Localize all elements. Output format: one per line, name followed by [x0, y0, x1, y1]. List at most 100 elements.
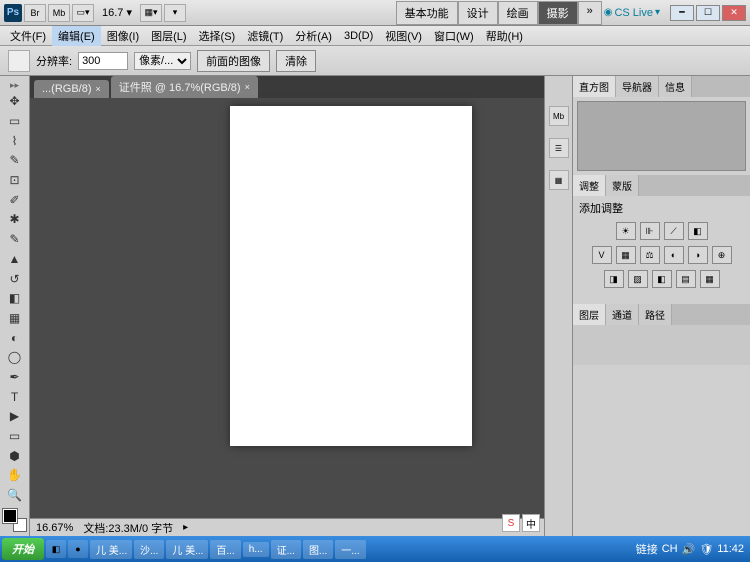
- arrange-docs-icon[interactable]: ▦▾: [140, 4, 162, 22]
- document-canvas[interactable]: [230, 106, 472, 446]
- menu-filter[interactable]: 滤镜(T): [241, 26, 289, 46]
- workspace-photo[interactable]: 摄影: [538, 1, 578, 25]
- healing-brush-tool-icon[interactable]: ✱: [4, 210, 26, 229]
- menu-image[interactable]: 图像(I): [101, 26, 145, 46]
- tab-paths[interactable]: 路径: [639, 304, 672, 325]
- tray-lang-icon[interactable]: CH: [662, 543, 678, 555]
- tab-masks[interactable]: 蒙版: [606, 175, 639, 196]
- resolution-unit-select[interactable]: 像素/...: [134, 52, 191, 70]
- window-close-icon[interactable]: ✕: [722, 5, 746, 21]
- tab-adjustments[interactable]: 调整: [573, 175, 606, 196]
- crop-tool-preset-icon[interactable]: [8, 50, 30, 72]
- minibridge-panel-icon[interactable]: Mb: [549, 106, 569, 126]
- workspace-more-icon[interactable]: »: [578, 1, 602, 25]
- shape-tool-icon[interactable]: ▭: [4, 427, 26, 446]
- color-swatches[interactable]: [3, 509, 27, 531]
- workspace-basic[interactable]: 基本功能: [396, 1, 458, 25]
- taskbar-item[interactable]: 儿 美...: [90, 540, 132, 559]
- brush-tool-icon[interactable]: ✎: [4, 230, 26, 249]
- tab-navigator[interactable]: 导航器: [616, 76, 659, 97]
- menu-window[interactable]: 窗口(W): [428, 26, 480, 46]
- stamp-tool-icon[interactable]: ▲: [4, 250, 26, 269]
- resolution-input[interactable]: [78, 52, 128, 70]
- quicklaunch-icon[interactable]: ◧: [46, 540, 66, 558]
- taskbar-item[interactable]: h...: [243, 542, 269, 557]
- tab-channels[interactable]: 通道: [606, 304, 639, 325]
- taskbar-item[interactable]: 百...: [210, 540, 240, 559]
- zoom-tool-icon[interactable]: 🔍: [4, 486, 26, 505]
- window-minimize-icon[interactable]: ━: [670, 5, 694, 21]
- posterize-adjust-icon[interactable]: ▨: [628, 270, 648, 288]
- extras-icon[interactable]: ▾: [164, 4, 186, 22]
- brightness-adjust-icon[interactable]: ☀: [616, 222, 636, 240]
- photo-filter-adjust-icon[interactable]: ◑: [688, 246, 708, 264]
- selective-color-adjust-icon[interactable]: ▦: [700, 270, 720, 288]
- quick-select-tool-icon[interactable]: ✎: [4, 151, 26, 170]
- menu-analysis[interactable]: 分析(A): [289, 26, 338, 46]
- path-select-tool-icon[interactable]: ▶: [4, 407, 26, 426]
- invert-adjust-icon[interactable]: ◨: [604, 270, 624, 288]
- taskbar-item[interactable]: 儿 美...: [166, 540, 208, 559]
- exposure-adjust-icon[interactable]: ◧: [688, 222, 708, 240]
- menu-3d[interactable]: 3D(D): [338, 28, 379, 44]
- menu-edit[interactable]: 编辑(E): [52, 26, 101, 46]
- pen-tool-icon[interactable]: ✒: [4, 368, 26, 387]
- lasso-tool-icon[interactable]: ⌇: [4, 131, 26, 150]
- gradient-tool-icon[interactable]: ▦: [4, 309, 26, 328]
- workspace-design[interactable]: 设计: [458, 1, 498, 25]
- taskbar-item[interactable]: 证...: [271, 540, 301, 559]
- bridge-icon[interactable]: Br: [24, 4, 46, 22]
- gradient-map-adjust-icon[interactable]: ▤: [676, 270, 696, 288]
- minibridge-icon[interactable]: Mb: [48, 4, 70, 22]
- screen-mode-icon[interactable]: ▭▾: [72, 4, 94, 22]
- levels-adjust-icon[interactable]: ⊪: [640, 222, 660, 240]
- channel-mixer-adjust-icon[interactable]: ⊕: [712, 246, 732, 264]
- color-balance-adjust-icon[interactable]: ⚖: [640, 246, 660, 264]
- type-tool-icon[interactable]: T: [4, 387, 26, 406]
- close-tab-icon[interactable]: ×: [245, 82, 250, 92]
- blur-tool-icon[interactable]: ◐: [4, 328, 26, 347]
- taskbar-item[interactable]: 一...: [335, 540, 365, 559]
- tab-layers[interactable]: 图层: [573, 304, 606, 325]
- menu-select[interactable]: 选择(S): [193, 26, 242, 46]
- window-maximize-icon[interactable]: ☐: [696, 5, 720, 21]
- document-tab[interactable]: ...(RGB/8)×: [34, 80, 109, 98]
- foreground-color-swatch[interactable]: [3, 509, 17, 523]
- 3d-tool-icon[interactable]: ⬢: [4, 446, 26, 465]
- status-zoom[interactable]: 16.67%: [36, 522, 73, 534]
- tray-clock[interactable]: 11:42: [717, 543, 744, 555]
- ime-sogou-icon[interactable]: S: [502, 514, 520, 532]
- marquee-tool-icon[interactable]: ▭: [4, 112, 26, 131]
- bw-adjust-icon[interactable]: ◐: [664, 246, 684, 264]
- threshold-adjust-icon[interactable]: ◧: [652, 270, 672, 288]
- tab-info[interactable]: 信息: [659, 76, 692, 97]
- tray-icon[interactable]: 🔊: [682, 543, 696, 556]
- eraser-tool-icon[interactable]: ◧: [4, 289, 26, 308]
- swatches-panel-icon[interactable]: ▦: [549, 170, 569, 190]
- menu-layer[interactable]: 图层(L): [145, 26, 192, 46]
- tab-histogram[interactable]: 直方图: [573, 76, 616, 97]
- hand-tool-icon[interactable]: ✋: [4, 466, 26, 485]
- workspace-paint[interactable]: 绘画: [498, 1, 538, 25]
- eyedropper-tool-icon[interactable]: ✐: [4, 190, 26, 209]
- curves-adjust-icon[interactable]: ⟋: [664, 222, 684, 240]
- tray-icon[interactable]: 🛡: [699, 543, 713, 556]
- document-tab[interactable]: 证件照 @ 16.7%(RGB/8)×: [111, 76, 258, 98]
- hue-adjust-icon[interactable]: ▦: [616, 246, 636, 264]
- ime-lang-icon[interactable]: 中: [522, 514, 540, 532]
- clear-button[interactable]: 清除: [276, 50, 316, 72]
- cs-live-button[interactable]: ◉ CS Live ▾: [604, 7, 660, 19]
- layers-panel-body[interactable]: [573, 325, 750, 365]
- taskbar-item[interactable]: 图...: [303, 540, 333, 559]
- history-brush-tool-icon[interactable]: ↺: [4, 269, 26, 288]
- menu-help[interactable]: 帮助(H): [480, 26, 529, 46]
- dodge-tool-icon[interactable]: ◯: [4, 348, 26, 367]
- menu-file[interactable]: 文件(F): [4, 26, 52, 46]
- taskbar-item[interactable]: 沙...: [134, 540, 164, 559]
- close-tab-icon[interactable]: ×: [96, 84, 101, 94]
- vibrance-adjust-icon[interactable]: V: [592, 246, 612, 264]
- quicklaunch-icon[interactable]: ●: [68, 540, 88, 558]
- crop-tool-icon[interactable]: ⊡: [4, 171, 26, 190]
- start-button[interactable]: 开始: [2, 538, 44, 560]
- history-panel-icon[interactable]: ☰: [549, 138, 569, 158]
